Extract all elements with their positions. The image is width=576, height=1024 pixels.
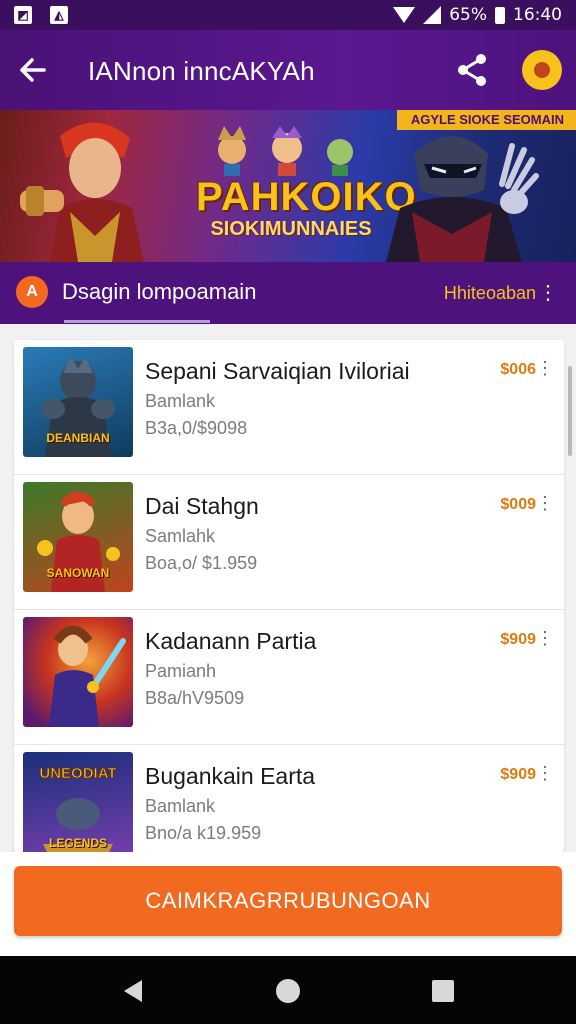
item-subtitle: Bamlank bbox=[145, 796, 216, 816]
thumbnail-caption: SANOWAN bbox=[46, 566, 110, 580]
thumbnail-caption: LEGENDS bbox=[48, 836, 107, 850]
tab-indicator bbox=[64, 320, 210, 323]
game-thumbnail bbox=[23, 617, 133, 727]
game-thumbnail: UNEODIAT LEGENDS bbox=[23, 752, 133, 852]
list-item[interactable]: DEANBIAN Sepani Sarvaiqian Iviloriai Bam… bbox=[14, 340, 564, 475]
item-title: Bugankain Earta bbox=[145, 763, 316, 789]
battery-icon bbox=[495, 6, 505, 24]
item-meta: B8a/hV9509 bbox=[145, 688, 245, 708]
status-bar: ◩ ◭ 65% 16:40 bbox=[0, 0, 576, 30]
item-title: Kadanann Partia bbox=[145, 628, 317, 654]
item-title: Sepani Sarvaiqian Iviloriai bbox=[145, 358, 410, 384]
section-icon: A bbox=[16, 276, 48, 308]
signal-icon bbox=[423, 6, 442, 24]
banner-ribbon: AGYLE SIOKE SEOMAIN bbox=[396, 110, 576, 130]
list-item[interactable]: Kadanann Partia Pamianh B8a/hV9509 $909 … bbox=[14, 610, 564, 745]
page-title: IANnon innсAKYAh bbox=[88, 56, 315, 86]
badge-button[interactable] bbox=[522, 50, 562, 90]
item-subtitle: Pamianh bbox=[145, 661, 217, 681]
wifi-icon bbox=[393, 7, 416, 23]
share-icon bbox=[458, 54, 486, 86]
battery-percent: 65% bbox=[449, 5, 487, 25]
mini-heroes-illustration bbox=[218, 126, 353, 176]
item-subtitle: Bamlank bbox=[145, 391, 216, 411]
section-link[interactable]: Hhiteoaban bbox=[444, 283, 536, 304]
item-meta: B3a,0/$9098 bbox=[145, 418, 248, 438]
item-price: $909 bbox=[500, 766, 536, 783]
item-subtitle: Samlahk bbox=[145, 526, 216, 546]
item-price: $909 bbox=[500, 631, 536, 648]
section-title: Dsagin lompoamain bbox=[62, 279, 257, 304]
nav-home-icon[interactable] bbox=[273, 976, 303, 1006]
more-vert-icon[interactable]: ⋮ bbox=[536, 628, 554, 649]
notification-icon: ◩ bbox=[14, 6, 32, 24]
svg-text:UNEODIAT: UNEODIAT bbox=[39, 765, 116, 782]
banner-logo-line1: PAHKOIKO bbox=[196, 175, 417, 219]
nav-back-icon[interactable] bbox=[118, 976, 148, 1006]
more-vert-icon[interactable]: ⋮ bbox=[536, 763, 554, 784]
system-nav-bar bbox=[0, 956, 576, 1024]
game-thumbnail: DEANBIAN bbox=[23, 347, 133, 457]
section-more-icon[interactable]: ⋮ bbox=[538, 280, 558, 305]
back-arrow-icon bbox=[20, 58, 46, 82]
primary-action-button[interactable]: CAIMKRAGRRUBUNGOAN bbox=[14, 866, 562, 936]
item-price: $009 bbox=[500, 496, 536, 513]
item-title: Dai Stahgn bbox=[145, 493, 259, 519]
item-price: $006 bbox=[500, 361, 536, 378]
list-item[interactable]: UNEODIAT LEGENDS Bugankain Earta Bamlank… bbox=[14, 745, 564, 852]
app-bar: IANnon innсAKYAh bbox=[0, 30, 576, 110]
photo-icon: ◭ bbox=[50, 6, 68, 24]
item-meta: Boa,o/ $1.959 bbox=[145, 553, 258, 573]
banner-logo-line2: SIOKIMUNNAIES bbox=[210, 218, 372, 240]
bottom-action-area: CAIMKRAGRRUBUNGOAN bbox=[0, 852, 576, 956]
nav-recents-icon[interactable] bbox=[428, 976, 458, 1006]
more-vert-icon[interactable]: ⋮ bbox=[536, 493, 554, 514]
game-list: DEANBIAN Sepani Sarvaiqian Iviloriai Bam… bbox=[14, 340, 564, 852]
sword-hero-icon bbox=[49, 625, 126, 727]
share-button[interactable] bbox=[452, 50, 492, 90]
back-button[interactable] bbox=[16, 52, 56, 88]
clock: 16:40 bbox=[513, 5, 562, 25]
list-item[interactable]: SANOWAN Dai Stahgn Samlahk Boa,o/ $1.959… bbox=[14, 475, 564, 610]
scrollbar[interactable] bbox=[568, 366, 572, 456]
item-meta: Bno/a k19.959 bbox=[145, 823, 262, 843]
more-vert-icon[interactable]: ⋮ bbox=[536, 358, 554, 379]
section-header: A Dsagin lompoamain Hhiteoaban ⋮ bbox=[0, 262, 576, 324]
banner-logo: PAHKOIKO SIOKIMUNNAIES bbox=[196, 175, 417, 240]
game-thumbnail: SANOWAN bbox=[23, 482, 133, 592]
badge-icon bbox=[534, 62, 550, 78]
hero-ninja-illustration bbox=[386, 136, 539, 262]
promo-banner[interactable]: PAHKOIKO SIOKIMUNNAIES AGYLE SIOKE SEOMA… bbox=[0, 110, 576, 262]
thumbnail-caption: DEANBIAN bbox=[46, 431, 110, 445]
hero-warrior-illustration bbox=[20, 122, 144, 262]
